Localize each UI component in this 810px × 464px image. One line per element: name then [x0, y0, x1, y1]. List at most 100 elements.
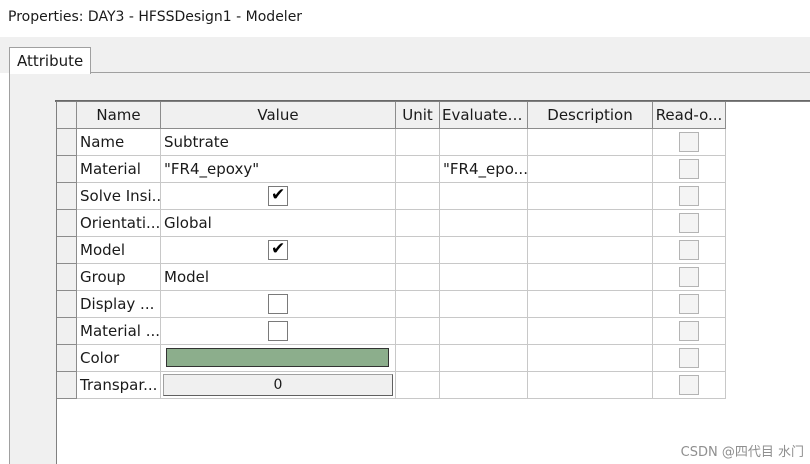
property-value[interactable]: "FR4_epoxy": [161, 156, 396, 183]
row-header[interactable]: [57, 210, 77, 237]
tab-attribute[interactable]: Attribute: [9, 47, 91, 74]
read-only-checkbox: [679, 267, 699, 287]
row-header[interactable]: [57, 237, 77, 264]
property-value: ✔: [161, 183, 396, 210]
window-title-bar: Properties: DAY3 - HFSSDesign1 - Modeler: [0, 0, 810, 37]
row-header[interactable]: [57, 183, 77, 210]
property-read-only: [653, 264, 726, 291]
property-evaluated: [440, 264, 528, 291]
property-evaluated: [440, 372, 528, 399]
property-name: Orientati...: [77, 210, 161, 237]
row-header[interactable]: [57, 129, 77, 156]
property-description[interactable]: [528, 372, 653, 399]
property-name: Solve Insi...: [77, 183, 161, 210]
property-evaluated: "FR4_epo...: [440, 156, 528, 183]
row-header[interactable]: [57, 372, 77, 399]
property-description[interactable]: [528, 345, 653, 372]
property-read-only: [653, 237, 726, 264]
row-header[interactable]: [57, 345, 77, 372]
property-description[interactable]: [528, 237, 653, 264]
read-only-checkbox: [679, 348, 699, 368]
property-value: ✔: [161, 237, 396, 264]
property-evaluated: [440, 318, 528, 345]
column-header-name[interactable]: Name: [77, 102, 161, 129]
property-unit: [396, 237, 440, 264]
watermark: CSDN @四代目 水门: [680, 445, 804, 460]
row-header[interactable]: [57, 291, 77, 318]
solve-inside-checkbox[interactable]: ✔: [268, 185, 288, 206]
property-read-only: [653, 291, 726, 318]
property-value[interactable]: Subtrate: [161, 129, 396, 156]
property-read-only: [653, 156, 726, 183]
property-unit: [396, 156, 440, 183]
row-header[interactable]: [57, 318, 77, 345]
material-appearance-checkbox[interactable]: [268, 321, 288, 341]
transparency-button[interactable]: 0: [163, 374, 393, 396]
read-only-checkbox: [679, 240, 699, 260]
display-wireframe-checkbox[interactable]: [268, 294, 288, 314]
property-evaluated: [440, 183, 528, 210]
tab-attribute-label: Attribute: [17, 52, 84, 70]
property-description[interactable]: [528, 264, 653, 291]
column-header-description[interactable]: Description: [528, 102, 653, 129]
column-header-value[interactable]: Value: [161, 102, 396, 129]
property-description[interactable]: [528, 129, 653, 156]
read-only-checkbox: [679, 321, 699, 341]
read-only-checkbox: [679, 159, 699, 179]
property-value[interactable]: Model: [161, 264, 396, 291]
property-name: Material ...: [77, 318, 161, 345]
color-swatch-button[interactable]: [166, 348, 389, 367]
property-evaluated: [440, 345, 528, 372]
property-read-only: [653, 183, 726, 210]
grid-header: Name Value Unit Evaluated... Description…: [57, 102, 726, 129]
property-unit: [396, 318, 440, 345]
tab-strip: Attribute: [0, 37, 810, 74]
check-mark-icon: ✔: [271, 239, 286, 259]
property-description[interactable]: [528, 183, 653, 210]
property-read-only: [653, 318, 726, 345]
row-header[interactable]: [57, 156, 77, 183]
column-header-unit[interactable]: Unit: [396, 102, 440, 129]
property-description[interactable]: [528, 210, 653, 237]
property-name: Material: [77, 156, 161, 183]
property-name: Color: [77, 345, 161, 372]
table-row: Orientati... Global: [57, 210, 726, 237]
table-row: Group Model: [57, 264, 726, 291]
property-name: Group: [77, 264, 161, 291]
property-unit: [396, 129, 440, 156]
table-row: Transpar... 0: [57, 372, 726, 399]
read-only-checkbox: [679, 213, 699, 233]
property-description[interactable]: [528, 156, 653, 183]
column-header-evaluated[interactable]: Evaluated...: [440, 102, 528, 129]
property-unit: [396, 345, 440, 372]
table-row: Material ...: [57, 318, 726, 345]
property-unit: [396, 291, 440, 318]
window-title: Properties: DAY3 - HFSSDesign1 - Modeler: [8, 9, 303, 25]
read-only-checkbox: [679, 132, 699, 152]
read-only-checkbox: [679, 186, 699, 206]
property-name: Name: [77, 129, 161, 156]
check-mark-icon: ✔: [271, 185, 286, 205]
header-corner: [57, 102, 77, 129]
property-evaluated: [440, 237, 528, 264]
property-value: [161, 318, 396, 345]
property-unit: [396, 372, 440, 399]
property-evaluated: [440, 129, 528, 156]
property-value[interactable]: Global: [161, 210, 396, 237]
table-row: Display ...: [57, 291, 726, 318]
table-row: Color: [57, 345, 726, 372]
property-evaluated: [440, 210, 528, 237]
property-description[interactable]: [528, 291, 653, 318]
model-checkbox[interactable]: ✔: [268, 239, 288, 260]
property-read-only: [653, 345, 726, 372]
property-read-only: [653, 129, 726, 156]
table-row: Solve Insi... ✔: [57, 183, 726, 210]
read-only-checkbox: [679, 375, 699, 395]
property-grid: Name Value Unit Evaluated... Description…: [56, 101, 810, 464]
column-header-read-only[interactable]: Read-o...: [653, 102, 726, 129]
table-row: Material "FR4_epoxy" "FR4_epo...: [57, 156, 726, 183]
property-value: [161, 345, 396, 372]
row-header[interactable]: [57, 264, 77, 291]
property-description[interactable]: [528, 318, 653, 345]
property-value: [161, 291, 396, 318]
